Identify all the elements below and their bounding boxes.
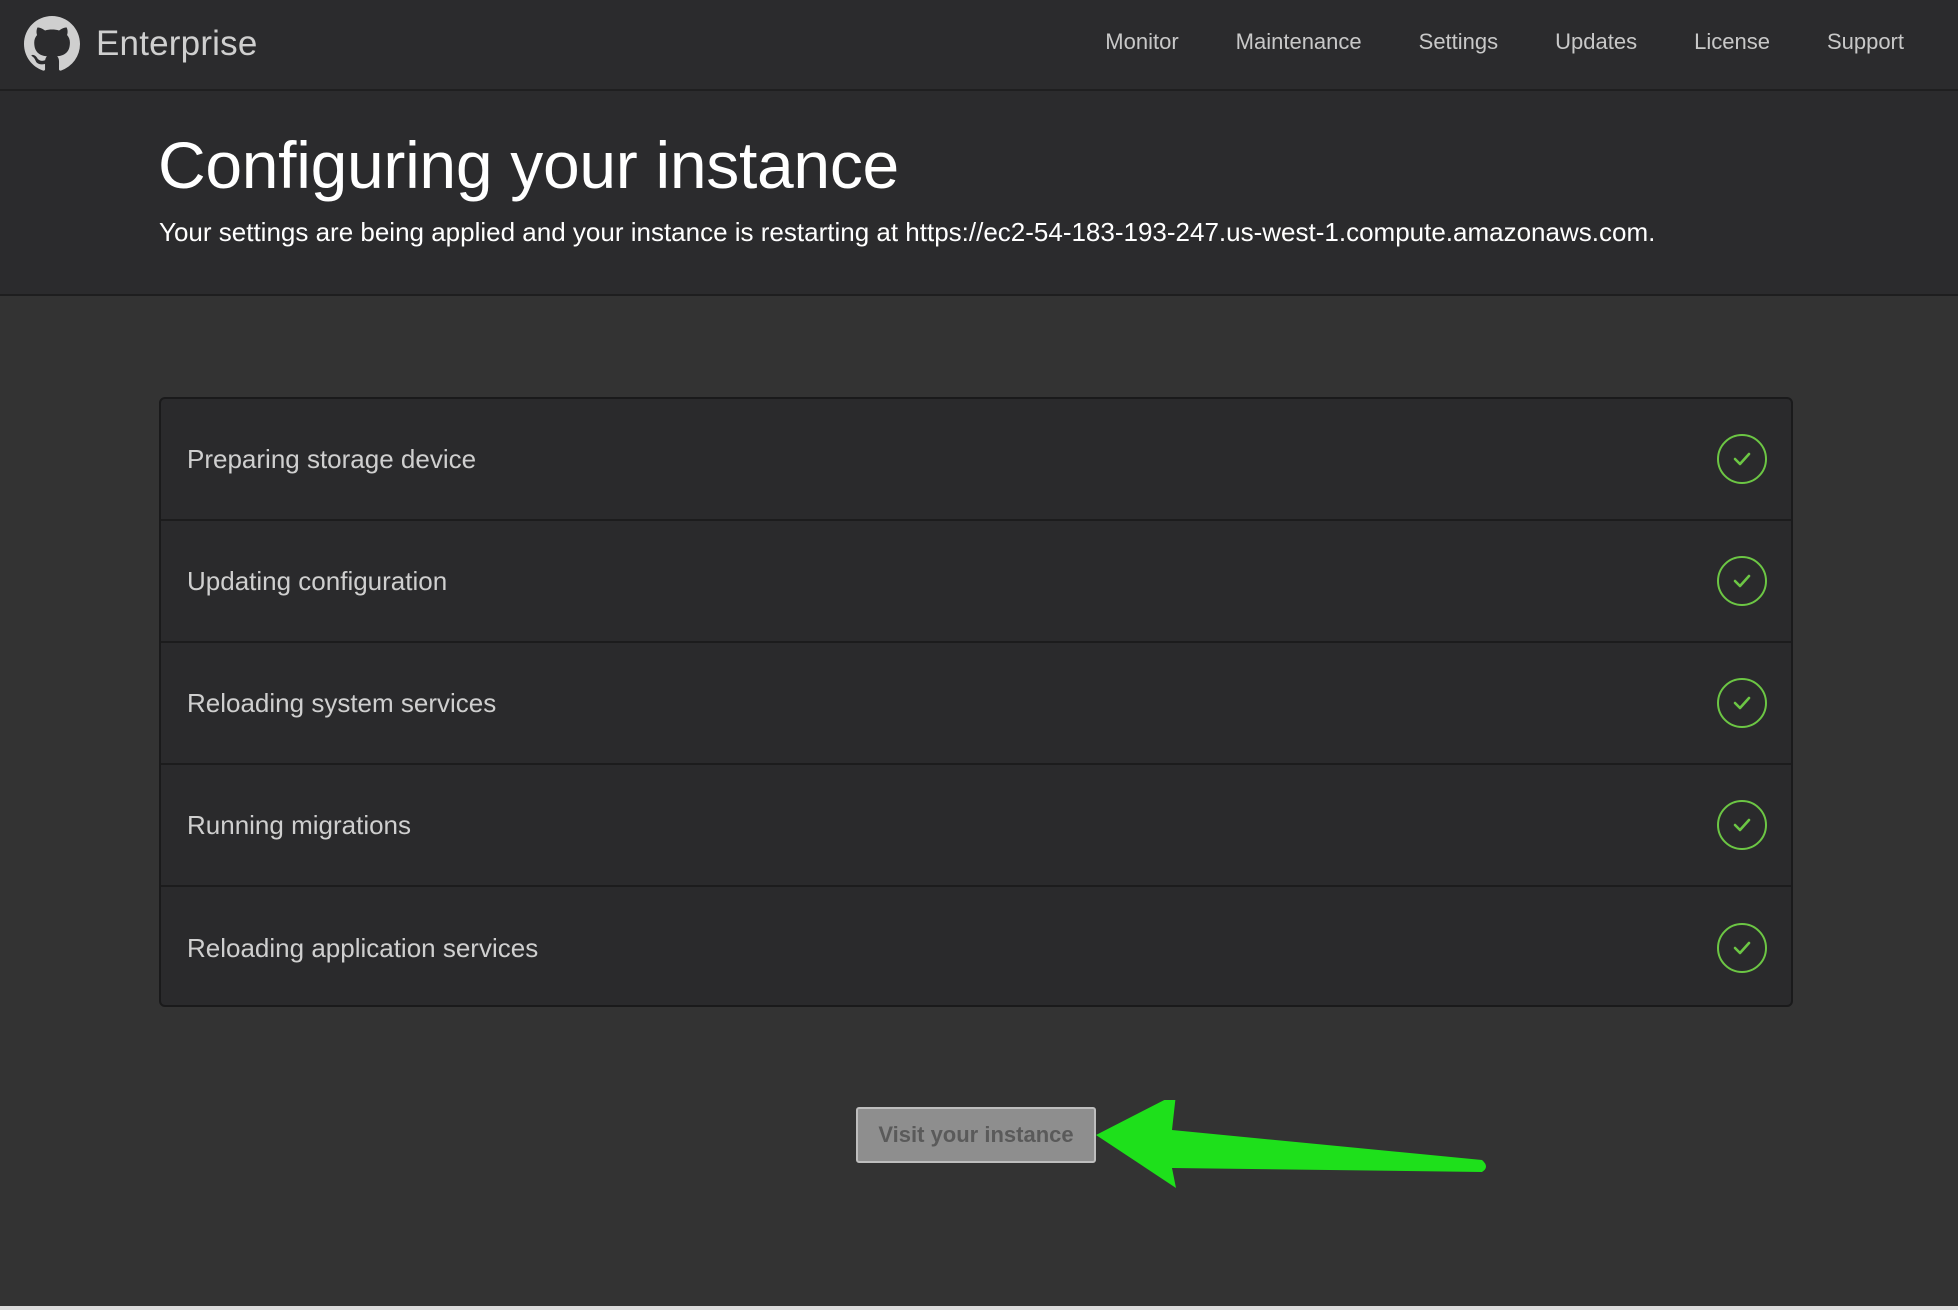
instance-url: https://ec2-54-183-193-247.us-west-1.com… xyxy=(905,217,1649,247)
step-label: Reloading application services xyxy=(187,932,539,963)
check-circle-icon xyxy=(1717,800,1767,850)
window-bottom-edge xyxy=(0,1306,1958,1310)
nav-item-monitor[interactable]: Monitor xyxy=(1105,29,1178,55)
brand[interactable]: Enterprise xyxy=(24,16,258,72)
step-row: Preparing storage device xyxy=(161,399,1791,521)
step-label: Running migrations xyxy=(187,809,412,840)
arrow-left-icon xyxy=(1096,1100,1486,1188)
step-row: Updating configuration xyxy=(161,521,1791,643)
page-header: Configuring your instance Your settings … xyxy=(0,91,1958,296)
nav-item-settings[interactable]: Settings xyxy=(1419,29,1499,55)
nav-item-maintenance[interactable]: Maintenance xyxy=(1236,29,1362,55)
github-octocat-icon xyxy=(24,16,80,71)
main-nav: Monitor Maintenance Settings Updates Lic… xyxy=(1048,0,1904,84)
subtitle-text: Your settings are being applied and your… xyxy=(159,217,906,247)
subtitle-suffix: . xyxy=(1648,217,1656,247)
nav-item-support[interactable]: Support xyxy=(1827,29,1904,55)
check-circle-icon xyxy=(1717,923,1767,973)
nav-item-license[interactable]: License xyxy=(1694,29,1770,55)
page-title: Configuring your instance xyxy=(158,128,899,202)
step-label: Updating configuration xyxy=(187,565,448,596)
step-row: Running migrations xyxy=(161,765,1791,887)
visit-instance-button[interactable]: Visit your instance xyxy=(856,1107,1096,1163)
top-navbar: Enterprise Monitor Maintenance Settings … xyxy=(0,0,1958,91)
page-subtitle: Your settings are being applied and your… xyxy=(159,217,1655,248)
check-circle-icon xyxy=(1717,678,1767,728)
check-circle-icon xyxy=(1717,556,1767,606)
step-row: Reloading application services xyxy=(161,887,1791,1005)
step-label: Preparing storage device xyxy=(187,443,477,474)
nav-item-updates[interactable]: Updates xyxy=(1555,29,1637,55)
step-row: Reloading system services xyxy=(161,643,1791,765)
configuration-steps: Preparing storage device Updating config… xyxy=(159,397,1793,1007)
check-circle-icon xyxy=(1717,434,1767,484)
step-label: Reloading system services xyxy=(187,687,497,718)
brand-name: Enterprise xyxy=(96,24,258,63)
